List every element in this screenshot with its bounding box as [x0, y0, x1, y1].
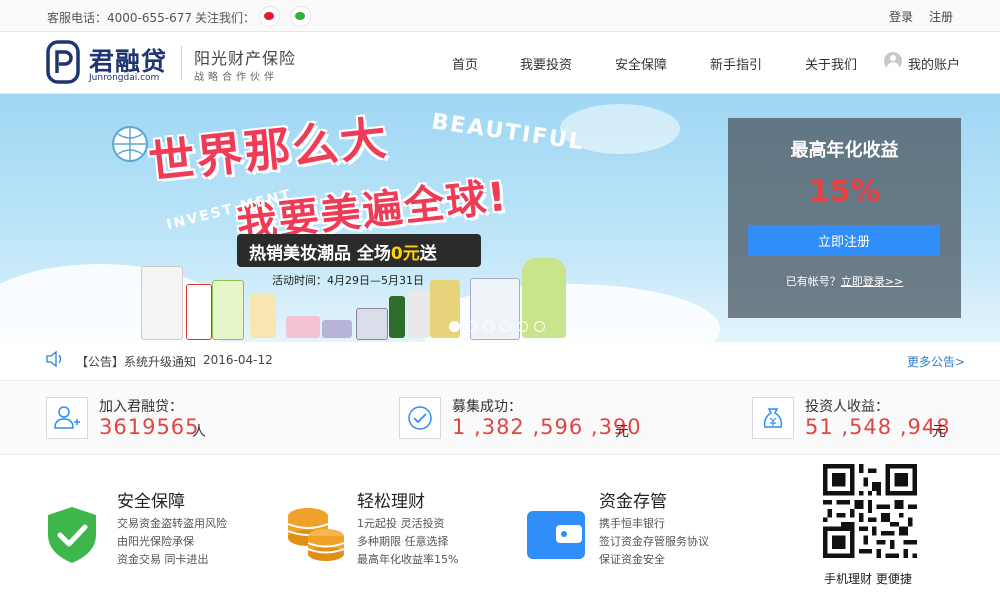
product-bottle-image [141, 266, 183, 340]
banner-date: 活动时间：4月29日—5月31日 [272, 274, 424, 287]
feature-security-title: 安全保障 [117, 492, 185, 512]
notice-link[interactable]: 【公告】系统升级通知 [76, 353, 196, 370]
notice-bar: 【公告】系统升级通知 2016-04-12 更多公告> [0, 342, 1000, 381]
logo-divider [181, 46, 182, 80]
slide-dot-4[interactable] [500, 321, 511, 332]
feature-security-line: 资金交易 同卡进出 [117, 553, 209, 566]
stat-earnings-unit: 元 [932, 424, 946, 440]
feature-custody-title: 资金存管 [599, 492, 667, 512]
slide-dot-6[interactable] [534, 321, 545, 332]
service-phone: 客服电话：4000-655-677 [47, 11, 193, 25]
feature-custody-line: 签订资金存管服务协议 [599, 535, 709, 548]
login-prompt: 已有帐号？立即登录>> [785, 275, 904, 288]
product-bottle-image [389, 296, 405, 338]
slide-dot-1[interactable] [449, 321, 460, 332]
yield-panel: 最高年化收益 15% 立即注册 已有帐号？立即登录>> [728, 118, 961, 318]
feature-easy-title: 轻松理财 [357, 492, 425, 512]
product-jar-image [286, 316, 320, 338]
promo-banner[interactable]: 世界那么大 我要美遍全球! BEAUTIFUL INVEST MENT 热销美妆… [0, 94, 1000, 342]
main-header: 君融贷 Junrongdai.com 阳光财产保险 战略合作伙伴 首页 我要投资… [0, 32, 1000, 94]
product-bottle-image [470, 278, 520, 340]
notice-date: 2016-04-12 [203, 353, 273, 367]
stat-raised-label: 募集成功： [452, 399, 522, 415]
nav-about[interactable]: 关于我们 [805, 54, 857, 73]
feature-easy-line: 最高年化收益率15% [357, 553, 459, 566]
more-notices-link[interactable]: 更多公告> [907, 353, 965, 370]
users-icon [46, 397, 88, 439]
stat-raised-unit: 元 [615, 424, 629, 440]
login-now-link[interactable]: 立即登录>> [841, 275, 903, 288]
nav-home[interactable]: 首页 [452, 54, 478, 73]
stats-bar: 加入君融贷： 3619565 人 募集成功： 1 ,382 ,596 ,390 … [0, 381, 1000, 455]
coins-icon [287, 508, 345, 561]
nav-security[interactable]: 安全保障 [615, 54, 667, 73]
stat-members-label: 加入君融贷： [99, 399, 183, 415]
qr-caption: 手机理财 更便捷 [824, 572, 912, 586]
money-bag-icon [752, 397, 794, 439]
feature-easy-line: 1元起投 灵活投资 [357, 517, 445, 530]
nav-invest[interactable]: 我要投资 [520, 54, 572, 73]
banner-ribbon-text: 热销美妆潮品 全场0元送 [249, 244, 437, 264]
qr-code-icon [823, 464, 917, 558]
stat-earnings-value: 51 ,548 ,948 [805, 415, 951, 439]
slide-dot-2[interactable] [466, 321, 477, 332]
partner-subtitle: 战略合作伙伴 [194, 72, 278, 83]
globe-icon [112, 126, 148, 162]
stat-members-unit: 人 [192, 424, 206, 440]
stat-earnings-label: 投资人收益： [805, 399, 889, 415]
stat-members-value: 3619565 [99, 415, 200, 439]
feature-easy-line: 多种期限 任意选择 [357, 535, 449, 548]
banner-beautiful-text: BEAUTIFUL [430, 109, 587, 156]
feature-security-line: 交易资金盗转盗用风险 [117, 517, 227, 530]
product-bottle-image [408, 290, 430, 338]
feature-custody-line: 携手恒丰银行 [599, 517, 665, 530]
logo-mark-icon[interactable] [46, 40, 80, 84]
product-jar-image [356, 308, 388, 340]
product-tube-image [212, 280, 244, 340]
yield-label: 最高年化收益 [790, 140, 899, 161]
product-tube-image [186, 284, 212, 340]
partner-name: 阳光财产保险 [194, 49, 297, 68]
wallet-icon [527, 511, 585, 559]
logo-url: Junrongdai.com [89, 73, 160, 83]
feature-security-line: 由阳光保险承保 [117, 535, 194, 548]
user-avatar-icon[interactable] [884, 52, 902, 70]
login-link[interactable]: 登录 [889, 8, 913, 25]
product-bottle-image [250, 294, 276, 338]
yield-value: 15% [808, 174, 881, 209]
shield-icon [48, 507, 96, 563]
stat-raised-value: 1 ,382 ,596 ,390 [452, 415, 642, 439]
check-circle-icon [399, 397, 441, 439]
wechat-icon[interactable] [290, 6, 311, 27]
slide-dot-5[interactable] [517, 321, 528, 332]
feature-custody-line: 保证资金安全 [599, 553, 665, 566]
register-link[interactable]: 注册 [929, 8, 953, 25]
cloud-decoration [420, 284, 720, 342]
slide-dot-3[interactable] [483, 321, 494, 332]
register-now-button[interactable]: 立即注册 [748, 225, 940, 256]
follow-label: 关注我们： [195, 11, 256, 25]
product-jar-image [322, 320, 352, 338]
speaker-icon [46, 350, 62, 368]
nav-my-account[interactable]: 我的账户 [908, 54, 960, 73]
weibo-icon[interactable] [259, 6, 280, 27]
top-bar: 客服电话：4000-655-677 关注我们： 登录 注册 [0, 0, 1000, 32]
nav-guide[interactable]: 新手指引 [710, 54, 762, 73]
